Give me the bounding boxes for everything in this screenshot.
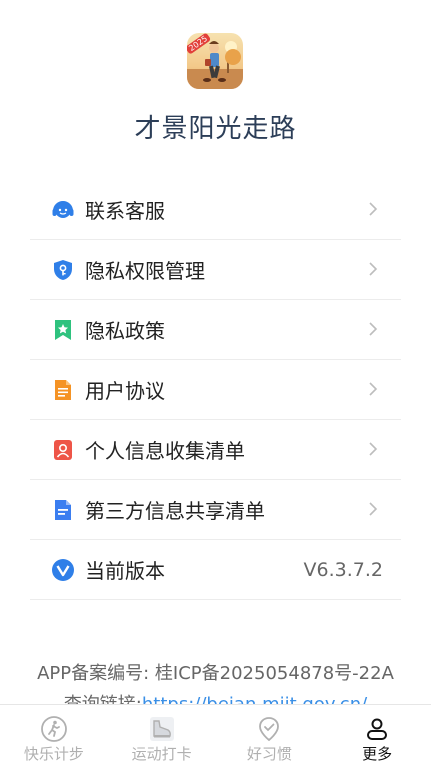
shield-key-icon: [51, 258, 75, 282]
person-card-icon: [51, 438, 75, 462]
nav-item-happy-steps[interactable]: 快乐计步: [0, 705, 108, 763]
chevron-right-icon: [369, 382, 378, 396]
menu-label: 当前版本: [85, 559, 165, 583]
app-logo: 2025: [187, 33, 243, 89]
bookmark-star-icon: [51, 318, 75, 342]
app-title: 才景阳光走路: [134, 114, 297, 144]
v-circle-icon: [51, 558, 75, 582]
icp-record-number: APP备案编号: 桂ICP备2025054878号-22A: [37, 663, 394, 684]
version-number: V6.3.7.2: [303, 558, 383, 581]
nav-label: 运动打卡: [131, 745, 192, 763]
chevron-right-icon: [369, 202, 378, 216]
menu-item-personal-info[interactable]: 个人信息收集清单: [30, 420, 401, 480]
chevron-right-icon: [369, 442, 378, 456]
menu-label: 联系客服: [85, 199, 165, 223]
nav-label: 好习惯: [246, 745, 292, 763]
menu-item-privacy-permissions[interactable]: 隐私权限管理: [30, 240, 401, 300]
menu-item-privacy-policy[interactable]: 隐私政策: [30, 300, 401, 360]
menu-label: 个人信息收集清单: [85, 439, 245, 463]
bottom-nav: 快乐计步 运动打卡 好习惯 更多: [0, 704, 431, 763]
settings-menu: 联系客服 隐私权限管理 隐私政策 用户协议 个人信息收集清单 第三方信息共享清单…: [30, 180, 401, 600]
headset-icon: [51, 198, 75, 222]
nav-item-more[interactable]: 更多: [323, 705, 431, 763]
sneaker-icon: [149, 717, 174, 741]
doc-list-icon: [51, 498, 75, 522]
menu-item-third-party[interactable]: 第三方信息共享清单: [30, 480, 401, 540]
menu-label: 第三方信息共享清单: [85, 499, 265, 523]
chevron-right-icon: [369, 262, 378, 276]
person-icon: [367, 718, 388, 740]
menu-label: 隐私权限管理: [85, 259, 205, 283]
document-icon: [51, 378, 75, 402]
chevron-right-icon: [369, 322, 378, 336]
app-header: 2025 才景阳光走路: [0, 0, 431, 170]
walker-icon: [40, 716, 67, 742]
nav-item-good-habits[interactable]: 好习惯: [216, 705, 324, 763]
nav-label: 快乐计步: [23, 745, 84, 763]
menu-label: 隐私政策: [85, 319, 165, 343]
nav-item-exercise-checkin[interactable]: 运动打卡: [108, 705, 216, 763]
nav-label: 更多: [362, 745, 393, 763]
menu-label: 用户协议: [85, 379, 165, 403]
chevron-right-icon: [369, 502, 378, 516]
menu-item-customer-service[interactable]: 联系客服: [30, 180, 401, 240]
menu-item-user-agreement[interactable]: 用户协议: [30, 360, 401, 420]
check-pin-icon: [259, 717, 280, 742]
menu-item-version[interactable]: 当前版本 V6.3.7.2: [30, 540, 401, 600]
